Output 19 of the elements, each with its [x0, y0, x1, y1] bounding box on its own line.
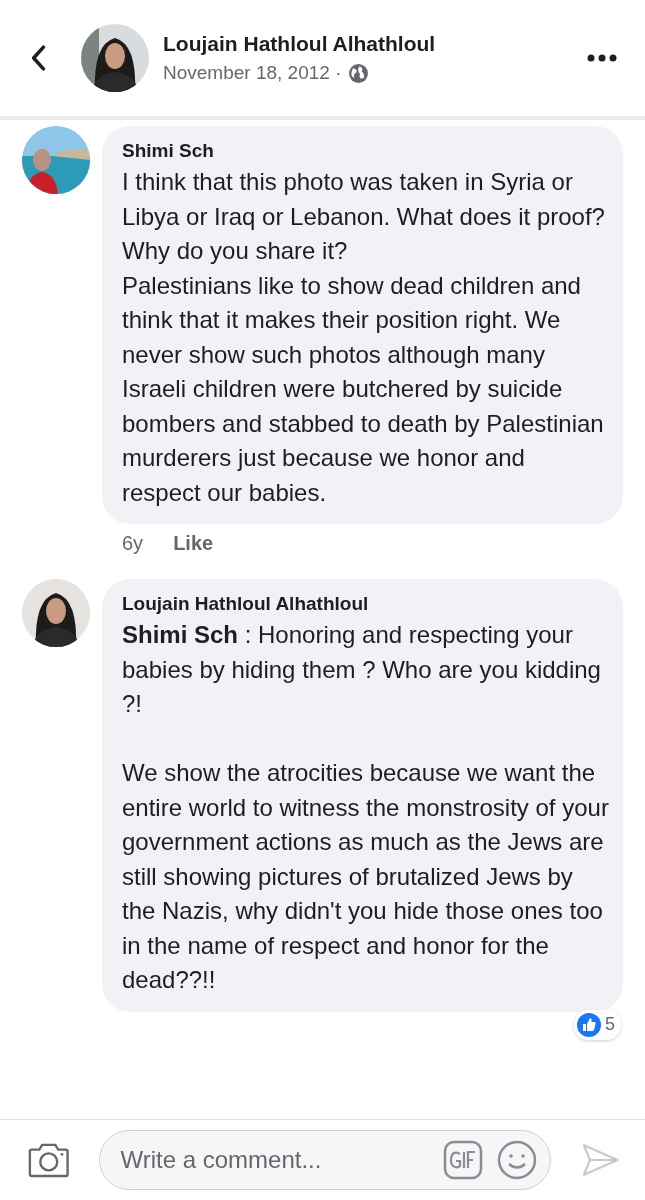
- comment-text: Palestinians like to show dead children and think that it makes their position right. We never show such photos although many Israeli children were butchered by suicide bombers and stabbed to death by Palestinian murderers just because we honor and respect our babies.: [122, 270, 605, 508]
- like-link[interactable]: Like: [173, 532, 214, 555]
- emoji-icon[interactable]: [497, 1140, 538, 1180]
- more-icon[interactable]: [587, 54, 617, 62]
- comment-text: Shimi Sch : Honoring and respecting your babies by hiding them ? Who are you kidding ?!: [122, 620, 602, 719]
- thumbs-up-icon: [577, 1012, 601, 1037]
- back-icon[interactable]: [30, 45, 46, 71]
- commenter-name[interactable]: Shimi Sch: [122, 140, 609, 162]
- camera-icon[interactable]: [28, 1142, 70, 1178]
- comment-age: 6y: [122, 532, 144, 555]
- gif-icon[interactable]: [443, 1140, 484, 1180]
- globe-icon: [347, 62, 369, 84]
- reaction-badge[interactable]: 5: [574, 1009, 621, 1040]
- post-date: November 18, 2012 ·: [163, 62, 342, 84]
- comment-text: We show the atrocities because we want the entire world to witness the monstrosity of your government actions as much as the Jews are still showing pictures of brutalized Jews by the Nazis, why didn't you hide those ones too in the name of respect and honor for the dead??!!: [122, 758, 609, 995]
- comment-text: I think that this photo was taken in Syria or Libya or Iraq or Lebanon. What does it proof? Why do you share it?: [122, 167, 606, 266]
- comment-field[interactable]: Write a comment...: [99, 1130, 552, 1190]
- author-name[interactable]: Loujain Hathloul Alhathloul: [163, 32, 587, 56]
- commenter-name[interactable]: Loujain Hathloul Alhathloul: [122, 593, 609, 615]
